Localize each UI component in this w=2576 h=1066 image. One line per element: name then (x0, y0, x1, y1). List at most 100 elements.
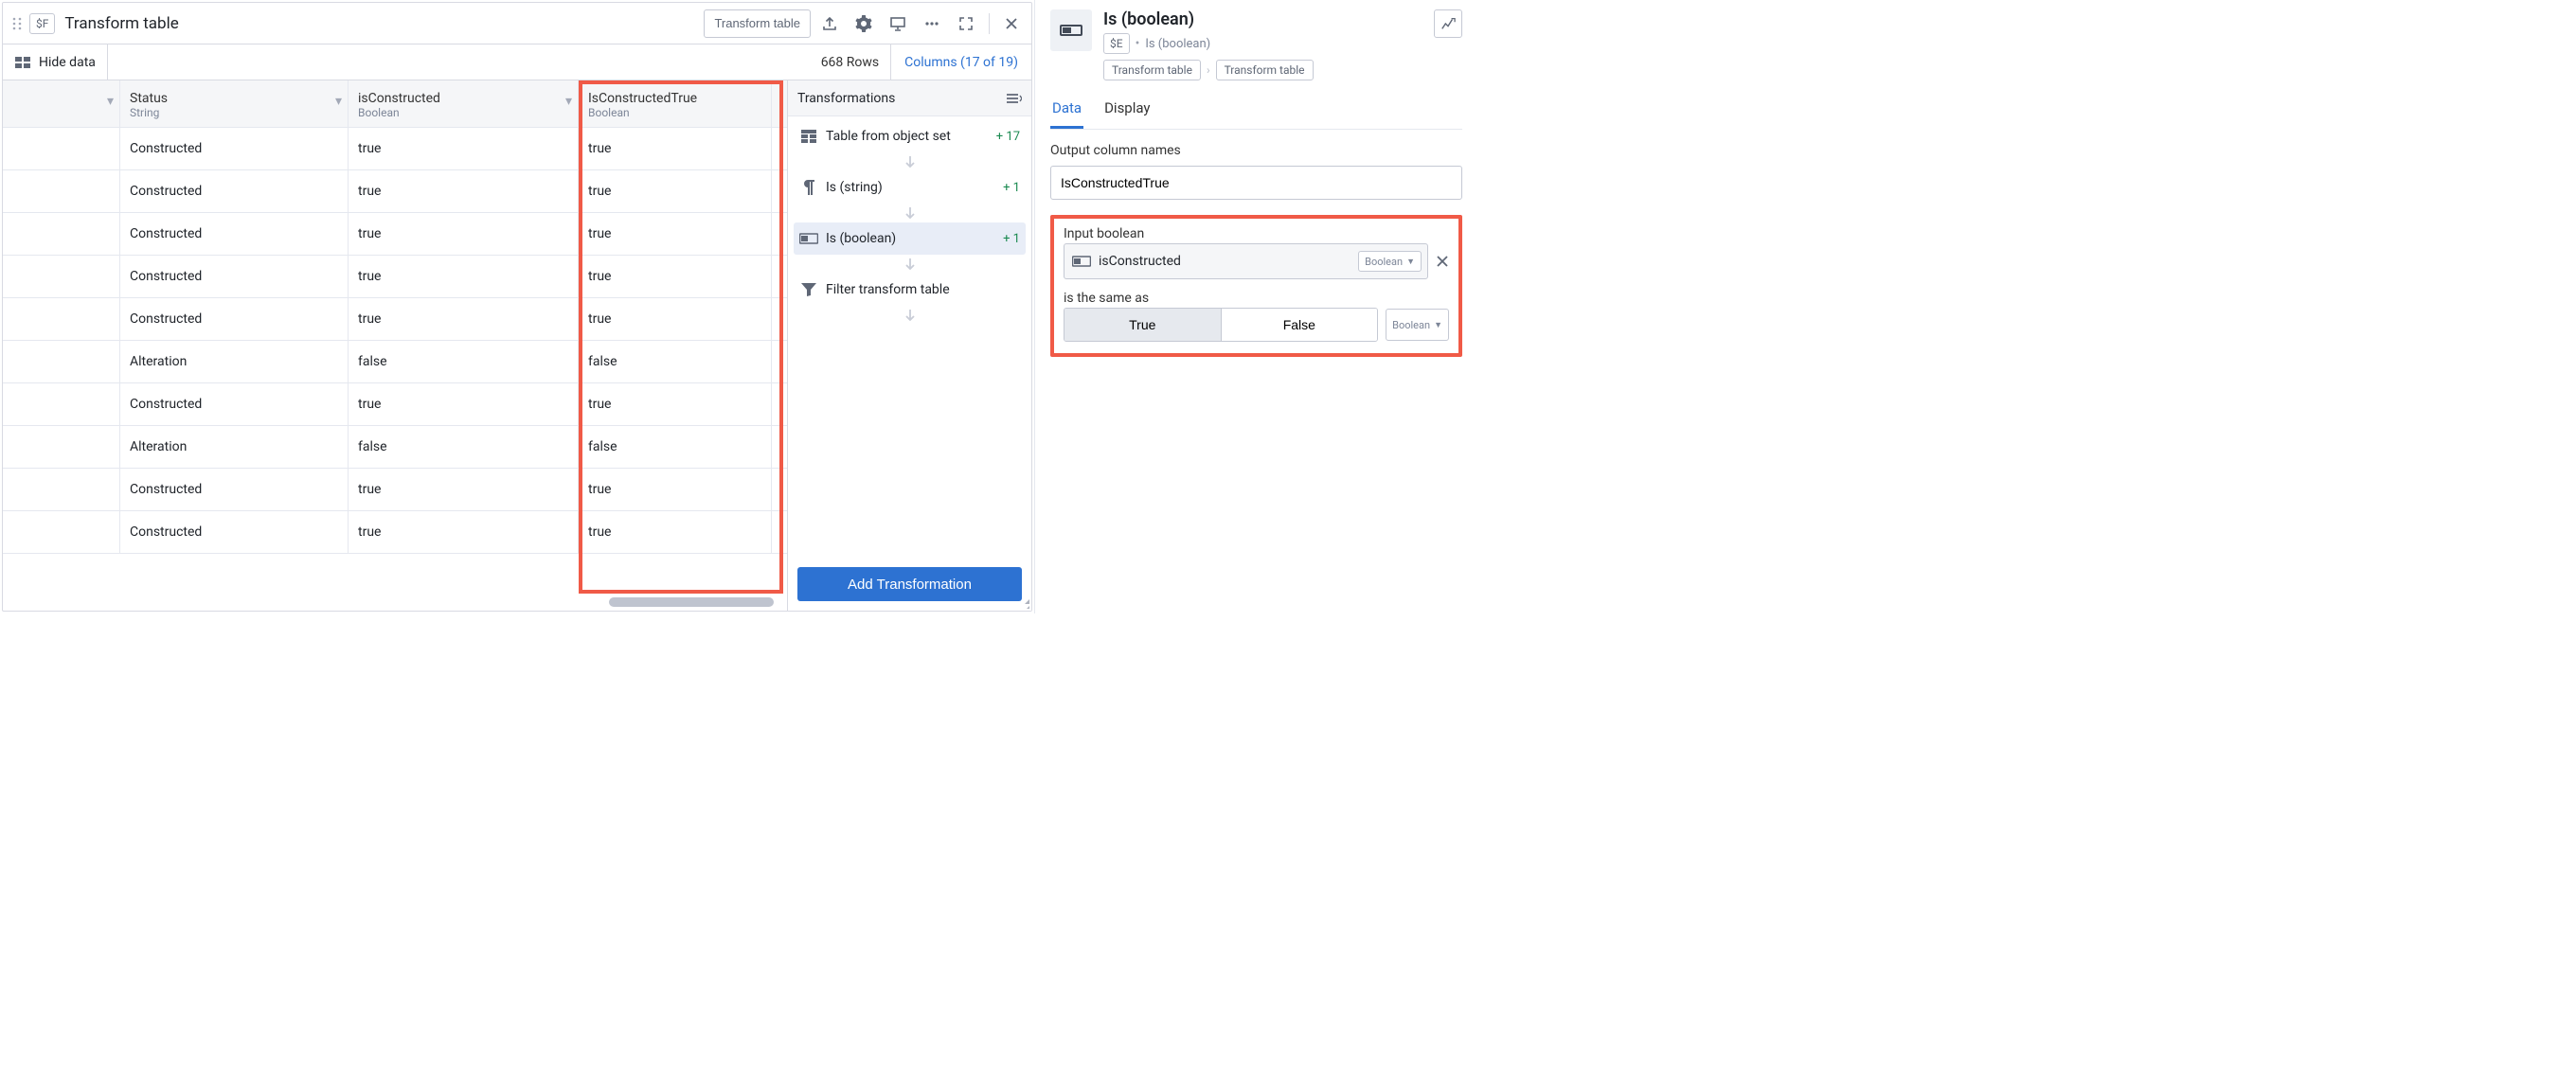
cell-isconstructed: true (349, 511, 579, 553)
cell-status: Constructed (120, 511, 349, 553)
column-name: IsConstructedTrue (588, 91, 761, 106)
pilcrow-icon (799, 180, 818, 195)
transformation-item[interactable]: Is (string)+ 1 (794, 171, 1026, 204)
compare-label: is the same as (1064, 291, 1449, 306)
titlebar: $F Transform table Transform table (3, 3, 1031, 44)
hide-data-button[interactable]: Hide data (3, 44, 108, 80)
table-row[interactable]: Constructedtruetrue (3, 213, 787, 256)
table-row[interactable]: Alterationfalsefalse (3, 341, 787, 383)
transformation-item[interactable]: Table from object set+ 17 (794, 120, 1026, 152)
cell-isconstructed: true (349, 170, 579, 212)
table-icon (799, 130, 818, 143)
transformations-list: Table from object set+ 17 Is (string)+ 1 I… (788, 116, 1031, 558)
cell-status: Constructed (120, 128, 349, 169)
transform-table-button[interactable]: Transform table (704, 9, 811, 38)
cell-isconstructedtrue: true (579, 213, 772, 255)
table-row[interactable]: Constructedtruetrue (3, 469, 787, 511)
gear-icon[interactable] (849, 9, 879, 38)
cell-isconstructedtrue: true (579, 383, 772, 425)
table-row[interactable]: Constructedtruetrue (3, 298, 787, 341)
compare-type-badge[interactable]: Boolean▼ (1386, 309, 1449, 341)
column-header-isconstructed[interactable]: isConstructed Boolean ▾ (349, 80, 579, 127)
table-row[interactable]: Constructedtruetrue (3, 170, 787, 213)
true-false-segment: True False (1064, 308, 1378, 342)
resize-handle-icon[interactable] (1018, 597, 1029, 609)
data-table: ▾ Status String ▾ isConstructed Boolean … (3, 80, 787, 611)
inspector-form: Output column names Input boolean isCons… (1050, 130, 1462, 357)
cell-isconstructed: true (349, 213, 579, 255)
transformations-header: Transformations (788, 80, 1031, 116)
crumb-transform-table-1[interactable]: Transform table (1103, 60, 1201, 80)
table-row[interactable]: Alterationfalsefalse (3, 426, 787, 469)
inspector-title: Is (boolean) (1103, 9, 1422, 29)
boolean-icon (1072, 256, 1091, 267)
column-header-isconstructedtrue[interactable]: IsConstructedTrue Boolean (579, 80, 772, 127)
cell-blank (3, 469, 120, 510)
left-panel: $F Transform table Transform table Hide … (2, 2, 1032, 612)
table-row[interactable]: Constructedtruetrue (3, 256, 787, 298)
dot-separator: • (1136, 36, 1140, 51)
export-icon[interactable] (814, 9, 845, 38)
bool-icon (799, 233, 818, 244)
cell-isconstructed: true (349, 128, 579, 169)
chevron-down-icon[interactable]: ▾ (107, 94, 114, 109)
segment-false[interactable]: False (1221, 309, 1378, 341)
table-row[interactable]: Constructedtruetrue (3, 383, 787, 426)
table-subbar: Hide data 668 Rows Columns (17 of 19) (3, 44, 1031, 80)
tab-display[interactable]: Display (1102, 92, 1152, 129)
table-row[interactable]: Constructedtruetrue (3, 128, 787, 170)
column-name: isConstructed (358, 91, 568, 106)
chevron-down-icon: ▼ (1406, 257, 1415, 267)
close-icon[interactable] (997, 9, 1026, 38)
column-type: Boolean (358, 106, 568, 119)
chart-add-icon[interactable] (1434, 9, 1462, 38)
chevron-down-icon[interactable]: ▾ (565, 94, 572, 109)
add-transformation-button[interactable]: Add Transformation (797, 567, 1022, 601)
cell-status: Constructed (120, 469, 349, 510)
cell-blank (3, 128, 120, 169)
cell-isconstructed: true (349, 256, 579, 297)
crumb-transform-table-2[interactable]: Transform table (1216, 60, 1314, 80)
clear-input-icon[interactable] (1436, 255, 1449, 268)
cell-blank (3, 298, 120, 340)
output-column-input[interactable] (1050, 166, 1462, 200)
input-boolean-select[interactable]: isConstructed Boolean▼ (1064, 243, 1428, 279)
arrow-down-icon (794, 255, 1026, 274)
cell-blank (3, 511, 120, 553)
column-name: Status (130, 91, 338, 106)
arrow-down-icon (794, 306, 1026, 325)
column-header-status[interactable]: Status String ▾ (120, 80, 349, 127)
transformation-label: Table from object set (826, 129, 951, 144)
cell-isconstructedtrue: false (579, 341, 772, 382)
transformation-count: + 1 (1003, 181, 1020, 195)
breadcrumb-sub: Is (boolean) (1145, 37, 1210, 51)
input-boolean-value: isConstructed (1099, 254, 1351, 269)
table-row[interactable]: Constructedtruetrue (3, 511, 787, 554)
chevron-down-icon: ▼ (1434, 320, 1442, 330)
hide-data-label: Hide data (39, 55, 96, 70)
chevron-down-icon[interactable]: ▾ (335, 94, 342, 109)
cell-isconstructedtrue: true (579, 511, 772, 553)
cell-isconstructed: true (349, 298, 579, 340)
filter-icon (799, 283, 818, 296)
present-icon[interactable] (883, 9, 913, 38)
column-type: Boolean (588, 106, 761, 119)
transformation-label: Is (boolean) (826, 231, 896, 246)
horizontal-scrollbar[interactable] (609, 597, 774, 607)
tab-data[interactable]: Data (1050, 92, 1083, 129)
column-type: String (130, 106, 338, 119)
more-icon[interactable] (917, 9, 947, 38)
chevron-right-icon: › (1207, 63, 1210, 77)
type-badge[interactable]: Boolean▼ (1358, 251, 1422, 272)
column-header-blank[interactable]: ▾ (3, 80, 120, 127)
column-count-link[interactable]: Columns (17 of 19) (890, 44, 1031, 80)
cell-status: Constructed (120, 170, 349, 212)
transformation-item[interactable]: Is (boolean)+ 1 (794, 222, 1026, 255)
table-ref-badge: $F (29, 13, 55, 34)
panel-menu-icon[interactable] (1005, 92, 1022, 105)
segment-true[interactable]: True (1064, 309, 1221, 341)
expand-icon[interactable] (951, 9, 981, 38)
drag-handle-icon[interactable] (9, 15, 26, 32)
transformations-title: Transformations (797, 91, 895, 106)
transformation-item[interactable]: Filter transform table (794, 274, 1026, 306)
